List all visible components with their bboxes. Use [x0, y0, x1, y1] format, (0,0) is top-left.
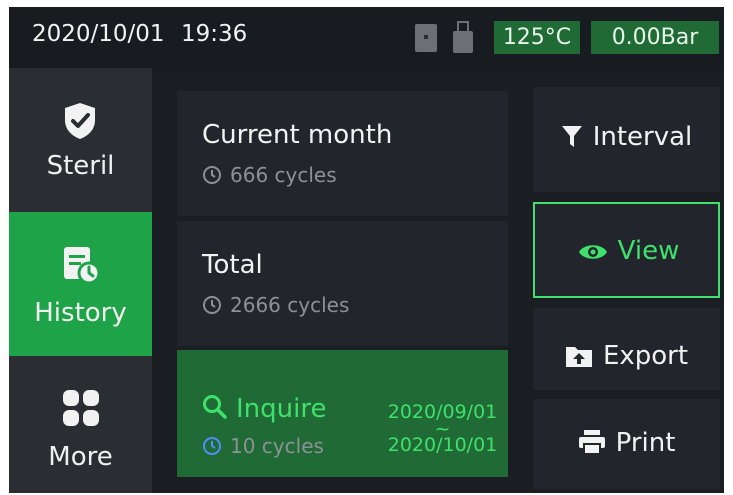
print-label: Print	[615, 428, 676, 458]
interval-button[interactable]: Interval	[533, 87, 720, 192]
card-title: Current month	[202, 120, 393, 150]
eye-icon	[578, 240, 608, 270]
sidebar-nav: Steril History More	[9, 68, 152, 493]
current-month-card[interactable]: Current month 666 cycles	[177, 91, 508, 216]
card-cycles: 2666 cycles	[202, 293, 349, 320]
clock-icon	[202, 165, 222, 190]
cycles-count: 10 cycles	[230, 434, 324, 458]
status-bar: 2020/10/01 19:36 125°C 0.00Bar	[9, 7, 724, 68]
pressure-badge: 0.00Bar	[591, 21, 719, 54]
range-end: 2020/10/01	[387, 434, 498, 456]
clock-icon	[202, 436, 222, 461]
sidebar-item-more[interactable]: More	[9, 356, 152, 493]
clock-icon	[202, 295, 222, 320]
device-screen: 2020/10/01 19:36 125°C 0.00Bar Steril Hi…	[9, 7, 724, 493]
sidebar-item-label: More	[48, 442, 113, 472]
folder-upload-icon	[565, 344, 593, 375]
cycles-count: 666 cycles	[230, 163, 337, 187]
sidebar-item-label: Steril	[46, 151, 115, 181]
status-date: 2020/10/01	[32, 21, 165, 47]
view-button[interactable]: View	[533, 202, 720, 298]
inquire-title: Inquire	[202, 394, 326, 427]
temperature-badge: 125°C	[494, 21, 580, 54]
interval-label: Interval	[592, 122, 693, 152]
inquire-card[interactable]: Inquire 10 cycles 2020/09/01 ~ 2020/10/0…	[177, 350, 508, 477]
usb-icon	[453, 21, 473, 53]
date-range[interactable]: 2020/09/01 ~ 2020/10/01	[380, 402, 505, 456]
export-button[interactable]: Export	[533, 308, 720, 390]
card-title: Total	[202, 250, 263, 280]
sidebar-item-history[interactable]: History	[9, 212, 152, 356]
sd-card-icon	[415, 24, 437, 52]
inquire-label: Inquire	[236, 394, 327, 424]
card-cycles: 666 cycles	[202, 163, 337, 190]
grid-icon	[62, 389, 100, 431]
sidebar-item-steril[interactable]: Steril	[9, 68, 152, 212]
filter-icon	[561, 125, 583, 156]
total-card[interactable]: Total 2666 cycles	[177, 221, 508, 346]
export-label: Export	[602, 341, 689, 371]
shield-check-icon	[62, 101, 98, 145]
card-cycles: 10 cycles	[202, 434, 324, 461]
printer-icon	[578, 429, 606, 462]
search-icon	[202, 394, 228, 427]
cycles-count: 2666 cycles	[230, 293, 350, 317]
status-time: 19:36	[181, 21, 248, 47]
print-button[interactable]: Print	[533, 399, 720, 489]
history-clock-document-icon	[62, 245, 101, 289]
sidebar-item-label: History	[34, 298, 127, 328]
view-label: View	[617, 236, 680, 266]
